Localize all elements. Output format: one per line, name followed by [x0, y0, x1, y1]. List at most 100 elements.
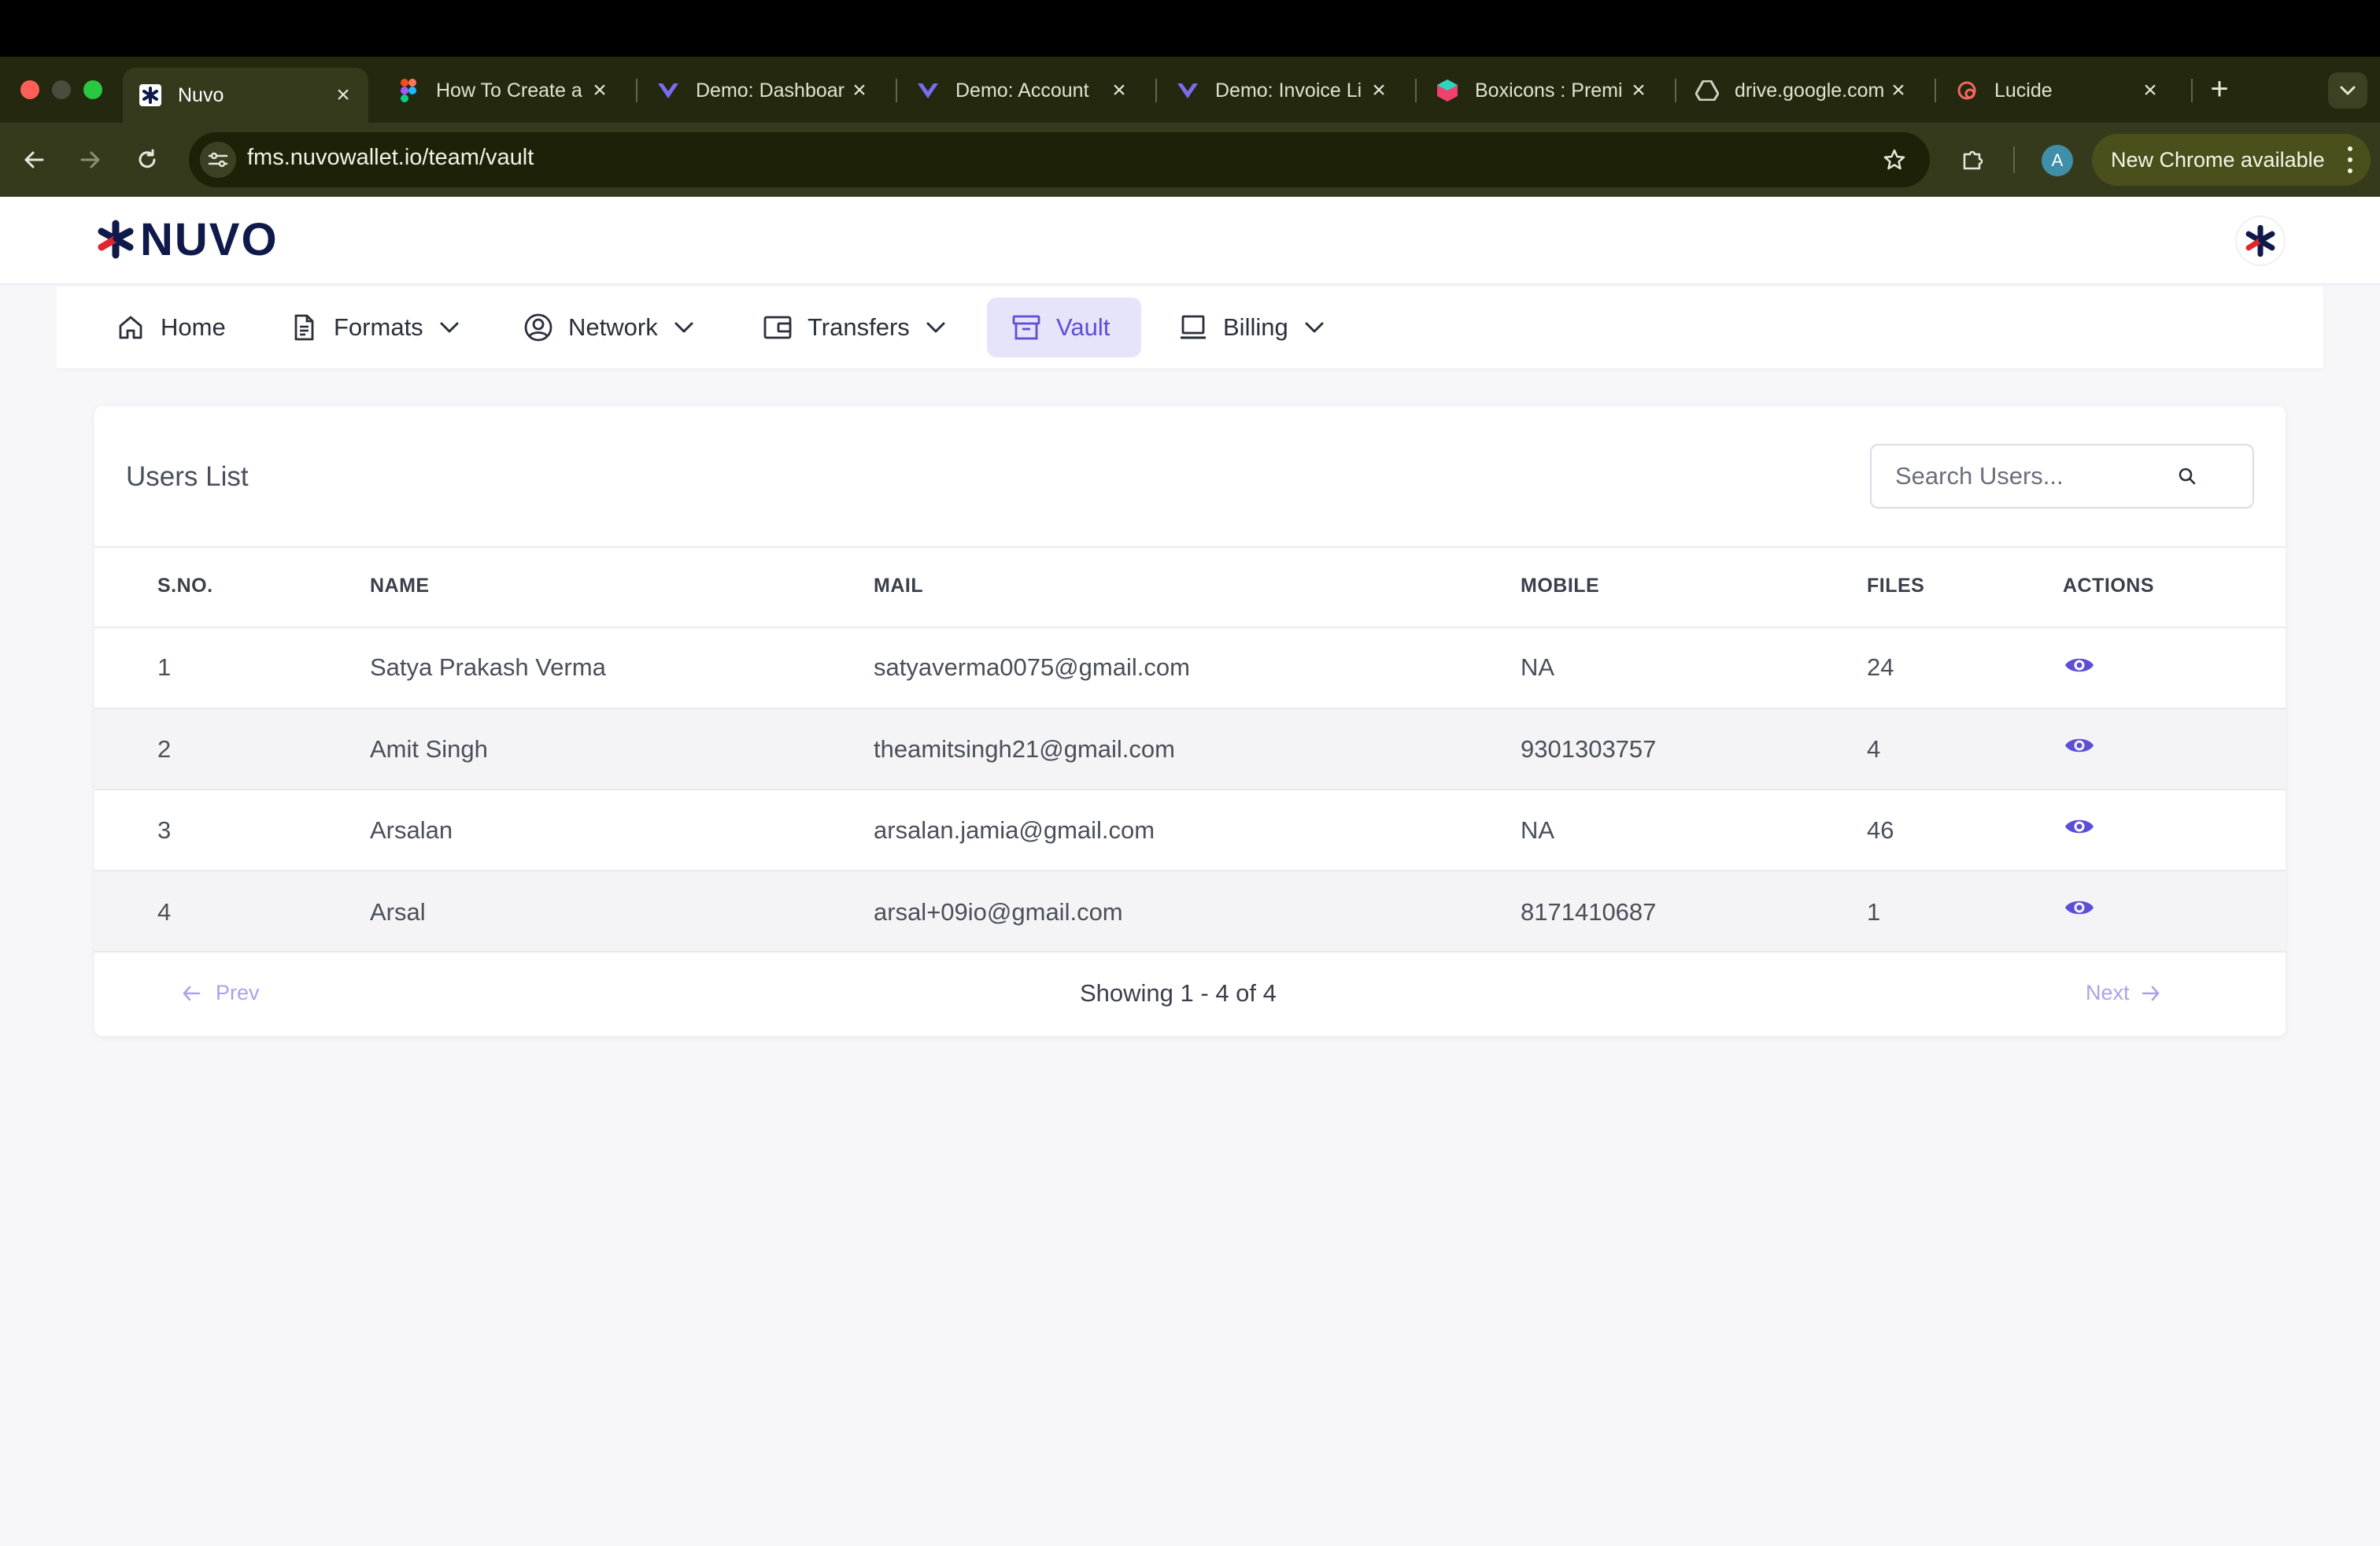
wallet-icon	[762, 312, 793, 343]
browser-tab-demo-account[interactable]: Demo: Account ×	[900, 68, 1144, 113]
chevron-down-icon	[438, 316, 461, 339]
browser-tab-demo-dashboard[interactable]: Demo: Dashboar ×	[641, 68, 885, 113]
arrow-left-icon	[24, 151, 44, 168]
chevron-down-icon	[672, 316, 696, 339]
close-icon[interactable]: ×	[848, 79, 870, 102]
column-header-actions: ACTIONS	[2063, 575, 2154, 597]
tab-search-button[interactable]	[2328, 72, 2367, 109]
nav-home[interactable]: Home	[102, 298, 238, 357]
nav-label: Home	[161, 313, 226, 341]
browser-tab-figma[interactable]: How To Create a ×	[381, 68, 625, 113]
nuvo-asterisk-icon	[98, 220, 134, 259]
cell-sno: 1	[157, 653, 172, 681]
nav-billing[interactable]: Billing	[1165, 298, 1339, 357]
laptop-icon	[1177, 312, 1209, 343]
nav-label: Formats	[334, 313, 423, 341]
nuvo-asterisk-icon	[139, 83, 162, 107]
extensions-button[interactable]	[1955, 142, 1991, 178]
prev-label: Prev	[216, 981, 260, 1004]
tab-separator	[896, 79, 897, 102]
drive-icon	[1695, 79, 1719, 102]
profile-avatar[interactable]: A	[2042, 145, 2073, 176]
window-minimize-button[interactable]	[52, 80, 71, 99]
browser-tab-lucide[interactable]: Lucide ×	[1939, 68, 2175, 113]
address-url[interactable]: fms.nuvowallet.io/team/vault	[247, 145, 534, 171]
browser-tab-drive[interactable]: drive.google.com ×	[1680, 68, 1924, 113]
file-text-icon	[288, 312, 320, 343]
heart-logo-icon	[916, 79, 940, 102]
nav-label: Vault	[1056, 313, 1111, 341]
search-icon[interactable]	[2174, 463, 2201, 490]
user-circle-icon	[523, 312, 554, 343]
figma-icon	[397, 79, 420, 102]
window-zoom-button[interactable]	[83, 80, 102, 99]
view-eye-icon[interactable]	[2064, 815, 2095, 838]
nuvo-logo[interactable]: NUVO	[96, 213, 279, 265]
reload-button[interactable]	[129, 142, 165, 178]
browser-tab-boxicons[interactable]: Boxicons : Premi ×	[1420, 68, 1664, 113]
column-header-sno: S.NO.	[157, 575, 213, 597]
tab-separator	[1675, 79, 1676, 102]
user-avatar[interactable]	[2237, 217, 2284, 264]
back-button[interactable]	[16, 142, 52, 178]
update-label: New Chrome available	[2111, 147, 2325, 172]
column-header-files: FILES	[1867, 575, 1925, 597]
tab-separator	[1935, 79, 1936, 102]
new-tab-button[interactable]: +	[2204, 73, 2235, 105]
close-icon[interactable]: ×	[2139, 79, 2161, 102]
next-page-button[interactable]: Next	[2086, 981, 2161, 1005]
view-eye-icon[interactable]	[2064, 734, 2095, 757]
pagination-status: Showing 1 - 4 of 4	[1080, 979, 1277, 1007]
close-icon[interactable]: ×	[589, 79, 611, 102]
archive-icon	[1011, 312, 1042, 343]
arrow-left-icon	[183, 986, 201, 1000]
home-icon	[115, 312, 146, 343]
tab-title: drive.google.com	[1735, 79, 1885, 102]
cell-mobile: 9301303757	[1521, 735, 1657, 763]
nav-transfers[interactable]: Transfers	[749, 298, 960, 357]
close-icon[interactable]: ×	[1368, 79, 1390, 102]
prev-page-button[interactable]: Prev	[181, 981, 260, 1005]
card-title: Users List	[126, 461, 249, 492]
chevron-down-icon	[1303, 316, 1326, 339]
os-menu-bar	[0, 0, 2380, 57]
column-header-name: NAME	[370, 575, 430, 597]
nav-label: Network	[568, 313, 658, 341]
toolbar-separator	[2013, 146, 2015, 173]
cell-files: 4	[1867, 735, 1881, 763]
browser-tab-demo-invoice[interactable]: Demo: Invoice Li ×	[1160, 68, 1404, 113]
update-chrome-button[interactable]: New Chrome available	[2092, 134, 2371, 186]
close-icon[interactable]: ×	[1108, 79, 1130, 102]
site-info-button[interactable]	[200, 142, 236, 178]
next-label: Next	[2086, 981, 2130, 1004]
view-eye-icon[interactable]	[2064, 896, 2095, 919]
close-icon[interactable]: ×	[1628, 79, 1650, 102]
cell-mail: theamitsingh21@gmail.com	[874, 735, 1175, 763]
lucide-icon	[1955, 79, 1979, 102]
forward-button[interactable]	[72, 142, 109, 178]
cell-name: Amit Singh	[370, 735, 488, 763]
nav-formats[interactable]: Formats	[275, 298, 474, 357]
close-icon[interactable]: ×	[332, 83, 354, 107]
puzzle-icon	[1963, 150, 1983, 170]
nav-vault[interactable]: Vault	[987, 298, 1141, 357]
app-header	[0, 197, 2380, 285]
cell-name: Arsalan	[370, 816, 453, 844]
star-icon	[1883, 149, 1905, 170]
close-icon[interactable]: ×	[1887, 79, 1909, 102]
tab-separator	[636, 79, 638, 102]
search-input[interactable]	[1895, 458, 2179, 494]
nav-network[interactable]: Network	[510, 298, 708, 357]
tab-title: Demo: Account	[955, 79, 1089, 102]
browser-tab-nuvo[interactable]: Nuvo ×	[123, 68, 368, 123]
view-eye-icon[interactable]	[2064, 653, 2095, 677]
cell-files: 1	[1867, 898, 1881, 926]
cell-name: Satya Prakash Verma	[370, 653, 606, 681]
tab-title: Nuvo	[178, 83, 224, 106]
window-close-button[interactable]	[20, 80, 39, 99]
tab-title: Boxicons : Premi	[1475, 79, 1623, 102]
cell-sno: 2	[157, 735, 172, 763]
tab-title: Lucide	[1994, 79, 2053, 102]
bookmark-button[interactable]	[1876, 142, 1913, 178]
logo-text: NUVO	[140, 213, 279, 265]
